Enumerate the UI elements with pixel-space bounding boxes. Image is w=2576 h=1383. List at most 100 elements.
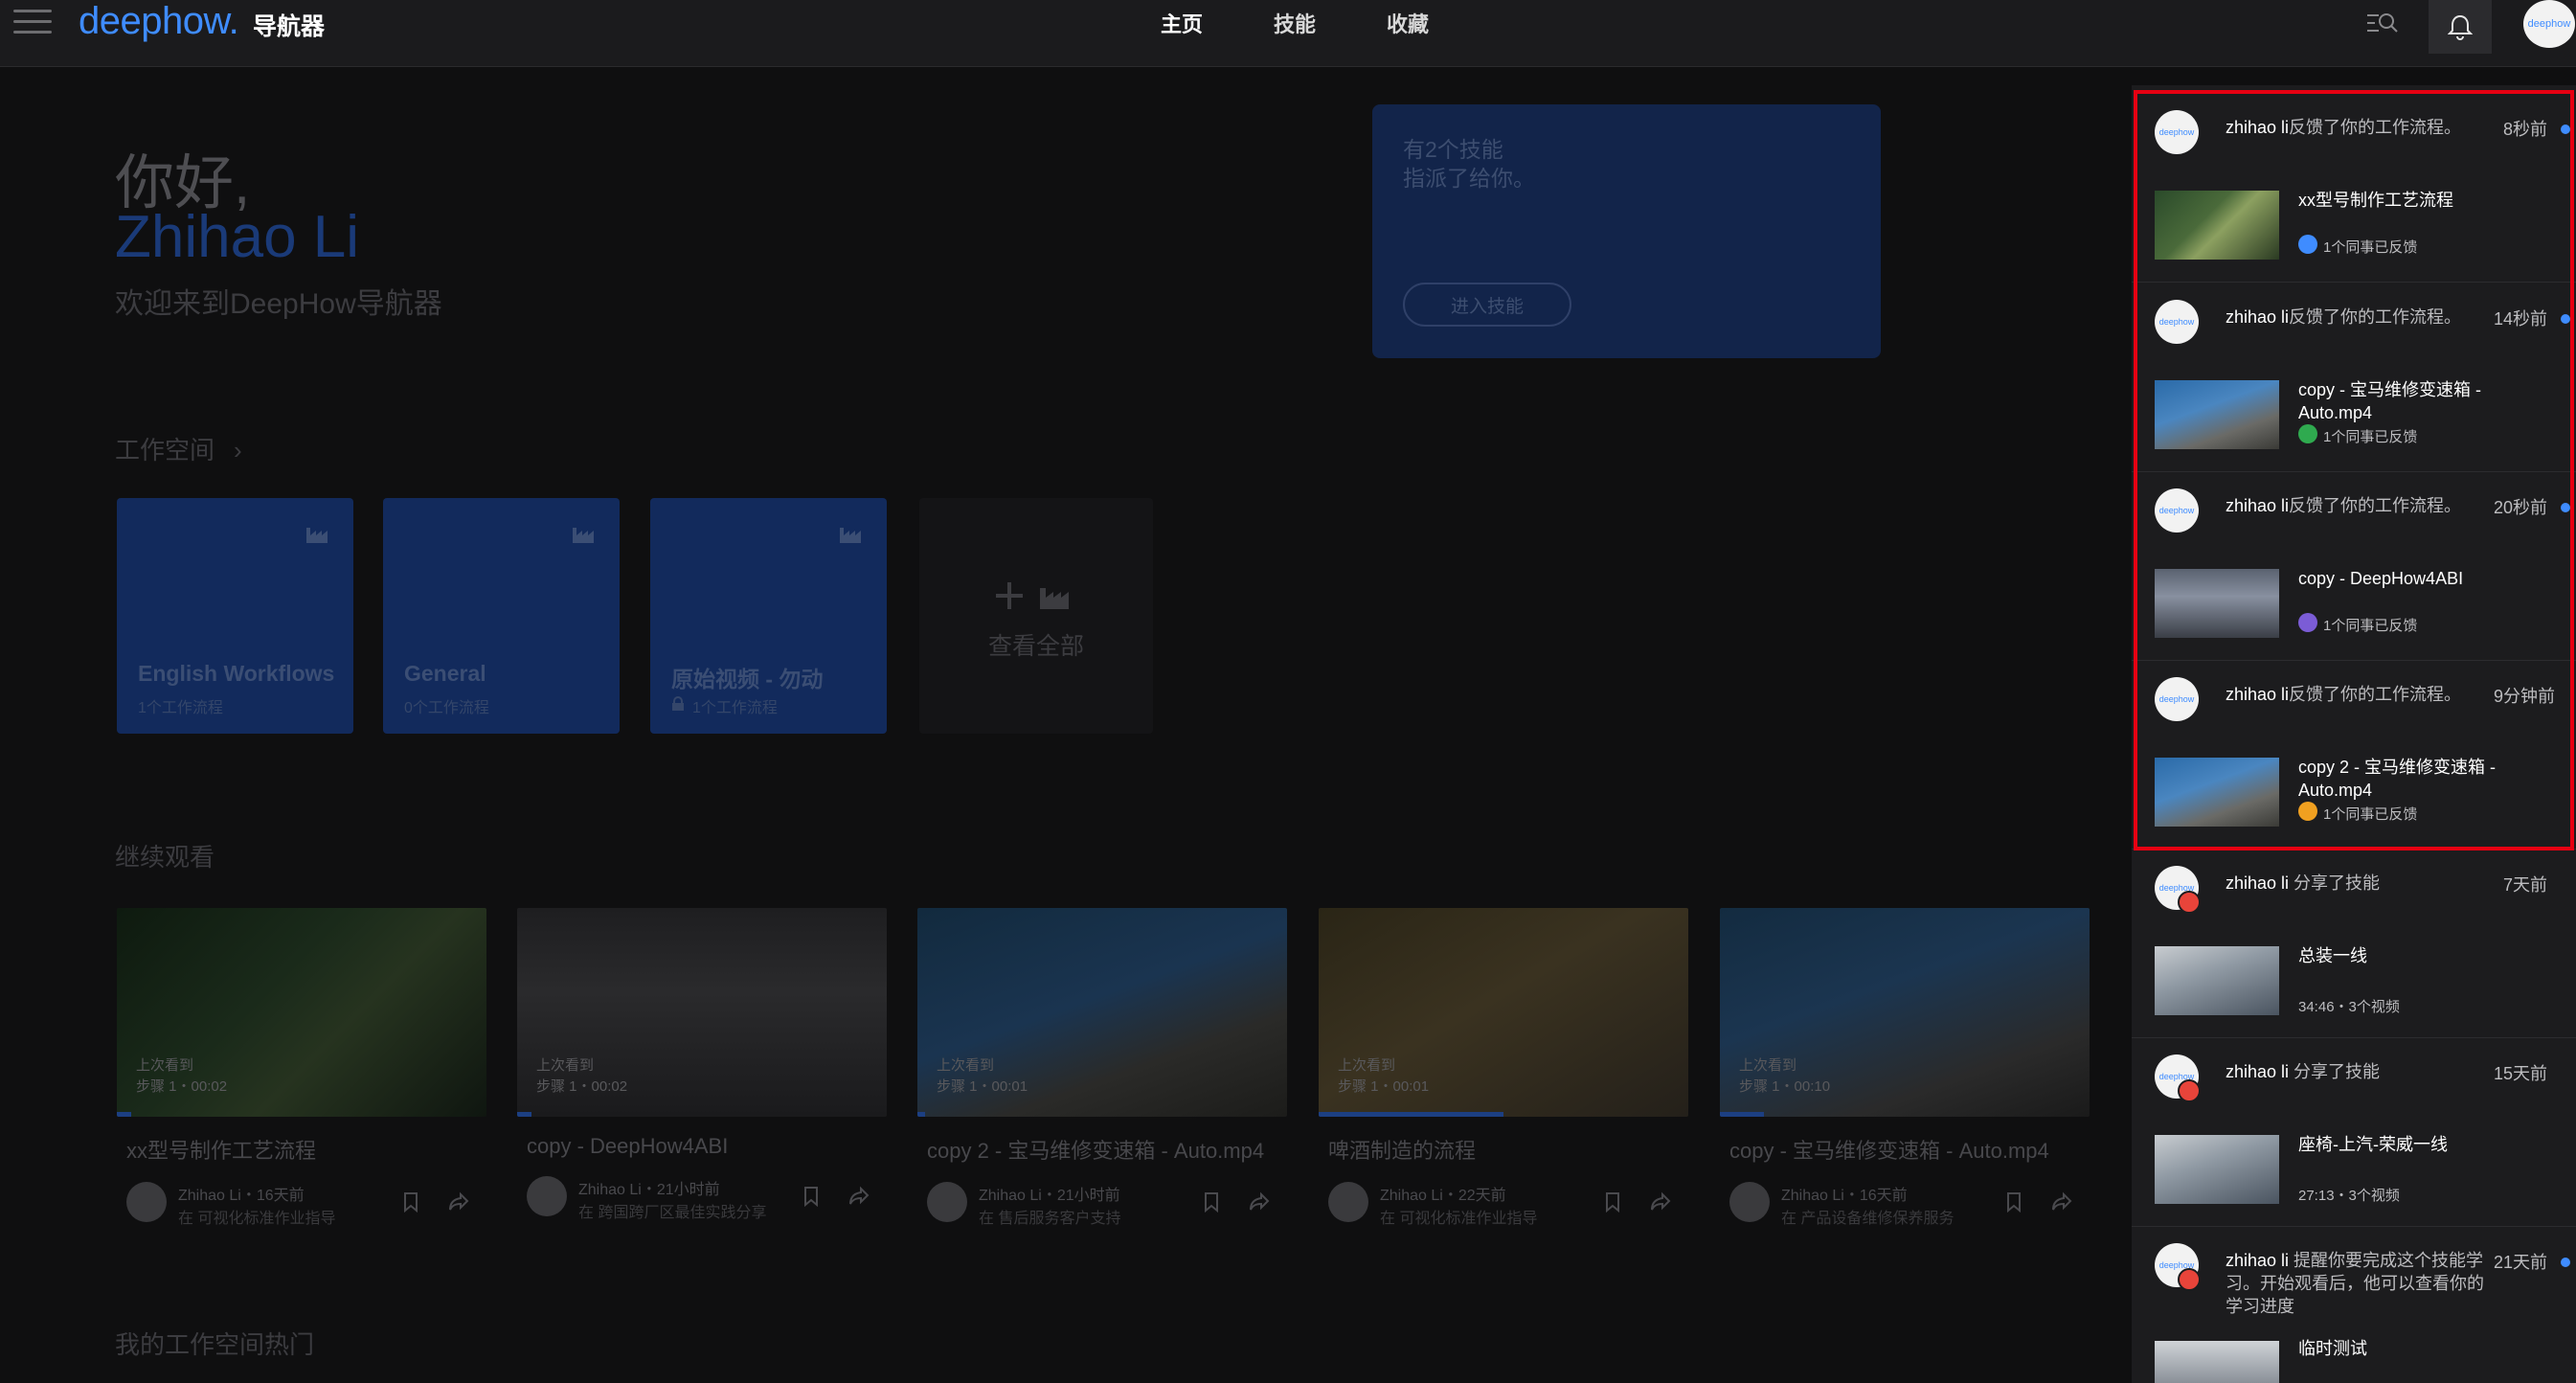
assigned-skills-card[interactable]: 有2个技能指派了给你。 进入技能 [1372,104,1881,358]
notification-time: 21天前 [2493,1253,2547,1272]
skill-badge-icon [2178,1079,2201,1102]
last-seen-label: 上次看到 [136,1057,194,1074]
video-author: Zhihao Li・16天前 [1781,1188,1908,1204]
bookmark-icon[interactable] [400,1191,421,1213]
video-thumbnail[interactable]: 上次看到 步骤 1・00:02 [517,908,887,1117]
notification-title[interactable]: 座椅-上汽-荣威一线 [2298,1133,2549,1156]
search-icon[interactable] [2365,10,2400,36]
last-seen-step: 步骤 1・00:10 [1739,1078,1831,1095]
video-title[interactable]: xx型号制作工艺流程 [126,1134,486,1165]
avatar [1729,1182,1770,1222]
video-title[interactable]: copy 2 - 宝马维修变速箱 - Auto.mp4 [927,1134,1287,1165]
workspace-card[interactable]: English Workflows 1个工作流程 [117,498,353,734]
bookmark-icon[interactable] [1201,1191,1222,1213]
nav-home[interactable]: 主页 [1161,8,1203,38]
continue-watching-title: 继续观看 [115,843,215,872]
video-card[interactable]: 上次看到步骤 1・00:10 copy - 宝马维修变速箱 - Auto.mp4… [1720,908,2090,1232]
share-icon[interactable] [1249,1191,1270,1213]
video-workspace: 在 售后服务客户支持 [979,1211,1121,1227]
workspace-card[interactable]: General 0个工作流程 [383,498,620,734]
video-thumbnail[interactable]: 上次看到步骤 1・00:02 [117,908,486,1117]
notification-action: 分享了技能 [2289,873,2381,893]
user-avatar[interactable]: deephow [2523,0,2575,48]
workspace-name: English Workflows [138,661,335,686]
notification-title[interactable]: 总装一线 [2298,944,2549,967]
video-thumbnail[interactable]: 上次看到步骤 1・00:01 [1319,908,1688,1117]
workspace-section-title[interactable]: 工作空间 › [115,431,242,466]
share-icon[interactable] [848,1186,870,1207]
avatar [126,1182,167,1222]
progress-bar [1720,1112,1765,1117]
skill-card-line2: 指派了给你。 [1403,166,1535,191]
view-all-workspaces[interactable]: 查看全部 [919,498,1153,734]
bookmark-icon[interactable] [801,1186,822,1207]
nav-skills[interactable]: 技能 [1274,8,1316,38]
last-seen-label: 上次看到 [1739,1057,1797,1074]
video-author: Zhihao Li・21小时前 [578,1182,720,1198]
enter-skills-button[interactable]: 进入技能 [1403,283,1571,327]
video-author: Zhihao Li・22天前 [1380,1188,1506,1204]
notification-button[interactable] [2429,0,2492,54]
factory-icon [306,528,328,543]
bookmark-icon[interactable] [2003,1191,2024,1213]
notification-user: zhihao li [2226,1251,2290,1270]
last-seen-step: 步骤 1・00:01 [1338,1078,1430,1095]
last-seen-label: 上次看到 [1338,1057,1396,1074]
progress-bar [917,1112,925,1117]
video-author: Zhihao Li・21小时前 [979,1188,1120,1204]
top-bar: deephow. 导航器 主页 技能 收藏 deephow [0,0,2576,67]
chevron-right-icon: › [234,436,242,465]
view-all-label: 查看全部 [987,633,1084,660]
last-seen-step: 步骤 1・00:02 [536,1078,628,1095]
notification-item[interactable]: deephow zhihao li 提醒你要完成这个技能学习。开始观看后，他可以… [2132,1226,2576,1383]
highlight-box [2134,90,2574,850]
share-icon[interactable] [448,1191,469,1213]
bell-icon [2448,14,2473,40]
skill-badge-icon [2178,891,2201,914]
notification-time: 15天前 [2493,1064,2547,1083]
logo[interactable]: deephow. [79,0,239,42]
bookmark-icon[interactable] [1602,1191,1623,1213]
workspace-count: 1个工作流程 [692,700,778,716]
video-title[interactable]: copy - 宝马维修变速箱 - Auto.mp4 [1729,1134,2090,1165]
workspace-name: General [404,661,486,686]
nav-favorites[interactable]: 收藏 [1387,8,1429,38]
video-title[interactable]: copy - DeepHow4ABI [527,1134,887,1159]
video-workspace: 在 可视化标准作业指导 [178,1211,336,1227]
notification-item[interactable]: deephow zhihao li 分享了技能 7天前 总装一线 34:46・3… [2132,849,2576,1038]
notification-thumbnail[interactable] [2155,1341,2279,1383]
video-card[interactable]: 上次看到 步骤 1・00:02 copy - DeepHow4ABI Zhihao… [517,908,887,1226]
last-seen-step: 步骤 1・00:01 [937,1078,1028,1095]
notification-action: 分享了技能 [2289,1062,2381,1081]
notification-thumbnail[interactable] [2155,946,2279,1015]
share-icon[interactable] [1650,1191,1671,1213]
last-seen-step: 步骤 1・00:02 [136,1078,228,1095]
video-title[interactable]: 啤酒制造的流程 [1328,1134,1688,1165]
video-thumbnail[interactable]: 上次看到步骤 1・00:01 [917,908,1287,1117]
notification-sub: 27:13・3个视频 [2298,1188,2400,1204]
notification-user: zhihao li [2226,873,2290,893]
hot-section-title: 我的工作空间热门 [115,1330,315,1359]
workspace-name: 原始视频 - 勿动 [671,667,824,692]
notification-time: 7天前 [2502,875,2547,895]
progress-bar [1319,1112,1503,1117]
video-thumbnail[interactable]: 上次看到步骤 1・00:10 [1720,908,2090,1117]
menu-icon[interactable] [13,10,52,34]
factory-icon [573,528,594,543]
last-seen-label: 上次看到 [937,1057,995,1074]
welcome-text: 欢迎来到DeepHow导航器 [115,288,442,320]
notification-title[interactable]: 临时测试 [2298,1337,2549,1360]
lock-icon [672,696,684,711]
skill-card-line1: 有2个技能 [1403,137,1503,162]
skill-badge-icon [2178,1268,2201,1291]
video-workspace: 在 产品设备维修保养服务 [1781,1211,1955,1227]
workspace-count: 1个工作流程 [138,700,223,716]
video-card[interactable]: 上次看到 步骤 1・00:01 啤酒制造的流程 Zhihao Li・22天前 在 … [1319,908,1688,1232]
workspace-card[interactable]: 原始视频 - 勿动 1个工作流程 [650,498,887,734]
share-icon[interactable] [2051,1191,2072,1213]
notification-item[interactable]: deephow zhihao li 分享了技能 15天前 座椅-上汽-荣威一线 … [2132,1037,2576,1227]
notification-thumbnail[interactable] [2155,1135,2279,1204]
notification-user: zhihao li [2226,1062,2290,1081]
video-card[interactable]: 上次看到 步骤 1・00:02 xx型号制作工艺流程 Zhihao Li・16天前… [117,908,486,1232]
video-card[interactable]: 上次看到步骤 1・00:01 copy 2 - 宝马维修变速箱 - Auto.m… [917,908,1287,1232]
